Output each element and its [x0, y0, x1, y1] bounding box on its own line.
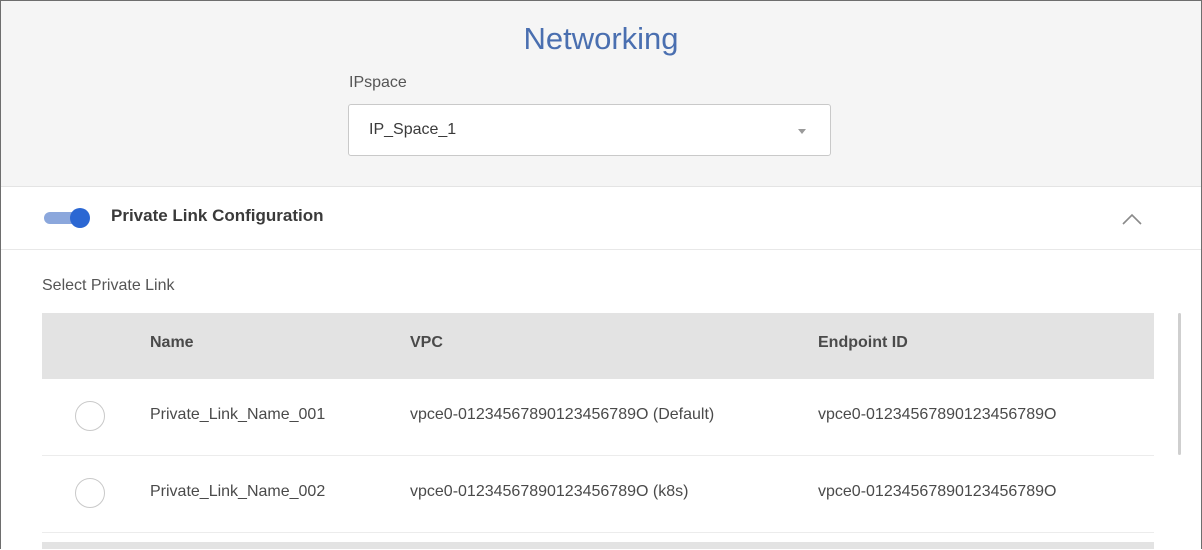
table-bottom-border [42, 542, 1154, 549]
toggle-knob [70, 208, 90, 228]
networking-section: Networking IPspace IP_Space_1 [1, 1, 1201, 187]
chevron-up-icon[interactable] [1122, 213, 1142, 225]
cell-endpoint-id: vpce0-01234567890123456789O [818, 483, 1057, 500]
column-header-endpoint-id: Endpoint ID [818, 334, 908, 351]
select-private-link-label: Select Private Link [42, 277, 175, 294]
cell-name: Private_Link_Name_001 [150, 406, 326, 423]
row-radio[interactable] [75, 478, 105, 508]
ipspace-select[interactable]: IP_Space_1 [348, 104, 831, 156]
table-header: Name VPC Endpoint ID [42, 313, 1154, 379]
column-header-name: Name [150, 334, 194, 351]
table-row[interactable]: Private_Link_Name_002 vpce0-012345678901… [42, 456, 1154, 533]
ipspace-label: IPspace [349, 74, 407, 91]
private-link-title: Private Link Configuration [111, 206, 324, 225]
ipspace-select-value: IP_Space_1 [369, 121, 457, 138]
private-link-header[interactable]: Private Link Configuration [1, 187, 1201, 250]
chevron-down-icon [798, 129, 806, 134]
networking-title: Networking [523, 21, 679, 56]
cell-vpc: vpce0-01234567890123456789O (k8s) [410, 483, 689, 500]
cell-endpoint-id: vpce0-01234567890123456789O [818, 406, 1057, 423]
table-row[interactable]: Private_Link_Name_001 vpce0-012345678901… [42, 379, 1154, 456]
private-link-table: Name VPC Endpoint ID Private_Link_Name_0… [42, 313, 1154, 549]
cell-name: Private_Link_Name_002 [150, 483, 326, 500]
row-radio[interactable] [75, 401, 105, 431]
cell-vpc: vpce0-01234567890123456789O (Default) [410, 406, 715, 423]
column-header-vpc: VPC [410, 334, 443, 351]
private-link-toggle[interactable] [44, 208, 90, 228]
networking-panel: Networking IPspace IP_Space_1 Private Li… [0, 0, 1202, 549]
table-scrollbar[interactable] [1178, 313, 1181, 455]
